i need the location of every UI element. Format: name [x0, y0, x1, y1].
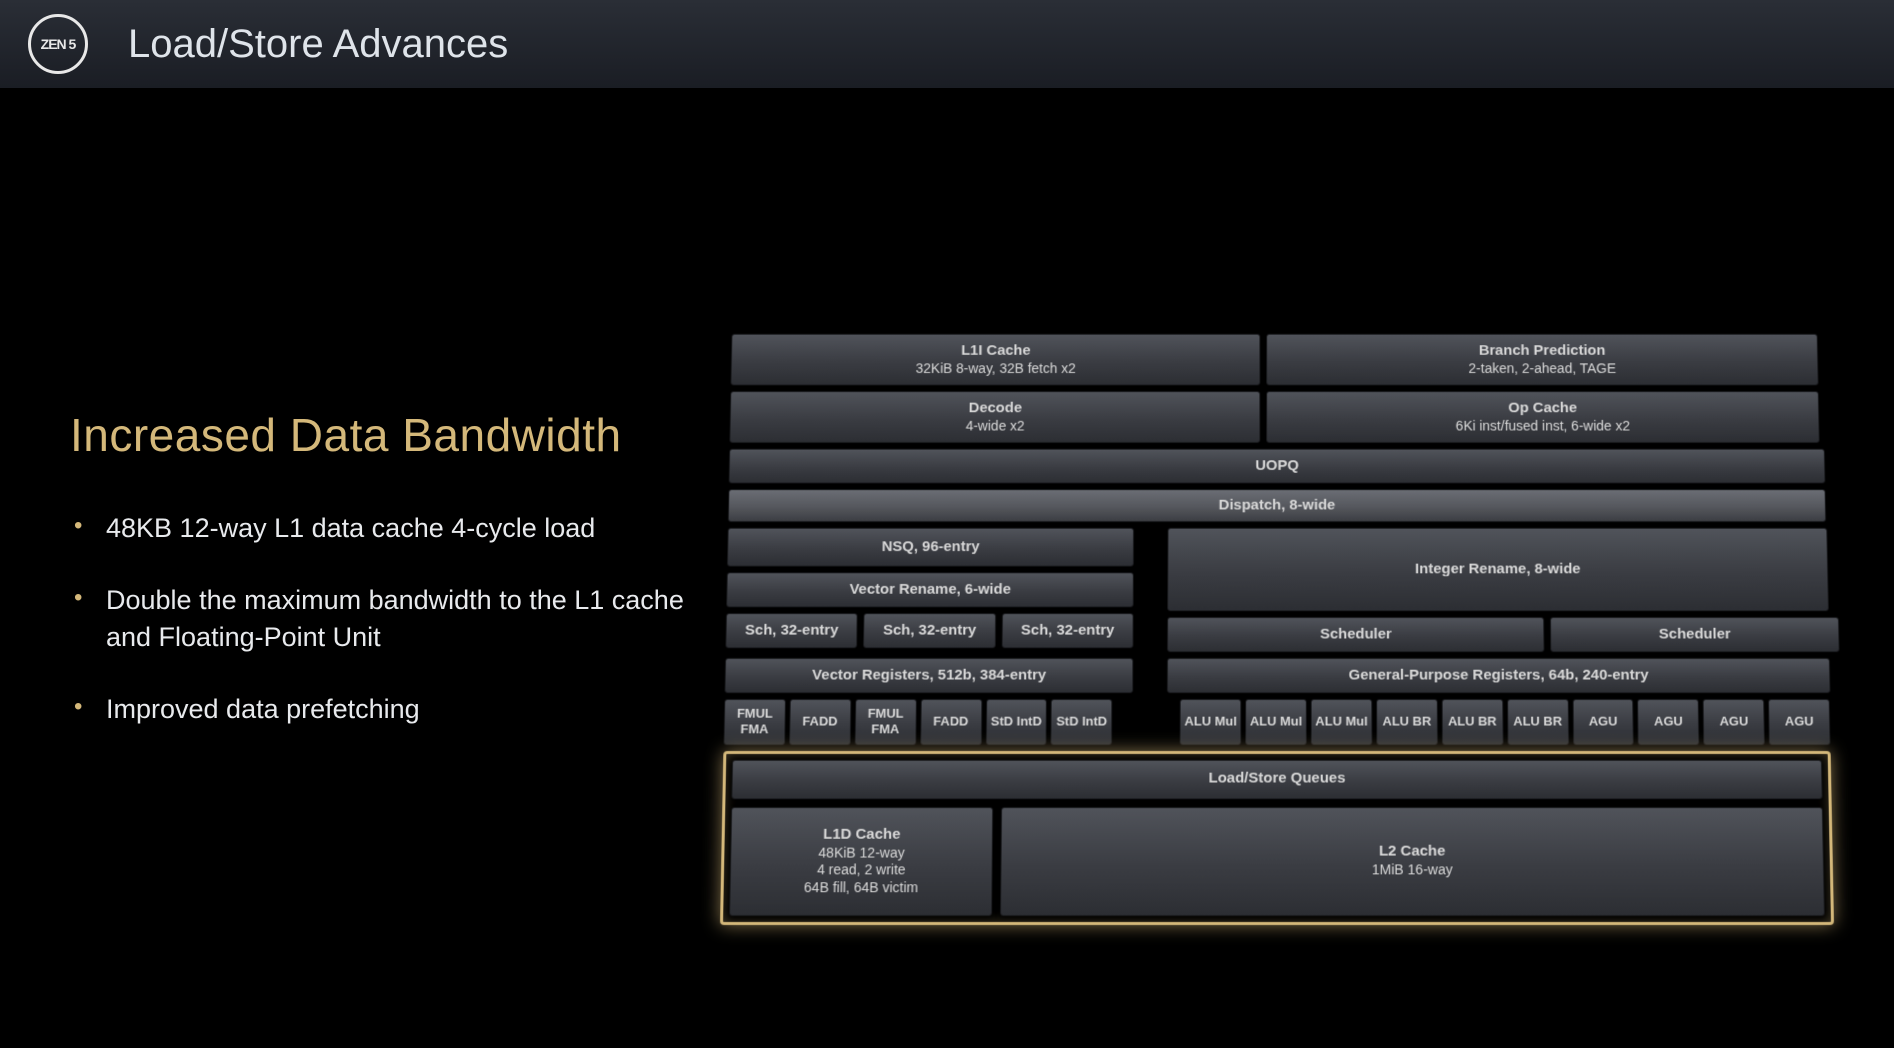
label-sub: 64B fill, 64B victim [804, 879, 918, 896]
unit-std: StD IntD [985, 699, 1047, 745]
label: Decode [969, 400, 1022, 418]
block-load-store-queues: Load/Store Queues [731, 759, 1822, 798]
heading: Increased Data Bandwidth [70, 408, 720, 462]
unit-alu: ALU Mul [1245, 699, 1306, 745]
block-scheduler: Sch, 32-entry [725, 613, 858, 648]
label-sub: 48KiB 12-way [818, 844, 904, 861]
block-branch-prediction: Branch Prediction 2-taken, 2-ahead, TAGE [1266, 334, 1818, 386]
zen5-logo-icon: ZEN 5 [28, 14, 88, 74]
bullet-item: Double the maximum bandwidth to the L1 c… [70, 582, 720, 655]
label-sub: 4 read, 2 write [817, 862, 906, 879]
unit-agu: AGU [1768, 699, 1830, 745]
block-gp-registers: General-Purpose Registers, 64b, 240-entr… [1167, 658, 1830, 693]
block-l1d-cache: L1D Cache 48KiB 12-way 4 read, 2 write 6… [729, 807, 993, 916]
block-scheduler: Sch, 32-entry [863, 613, 995, 648]
unit-agu: AGU [1703, 699, 1765, 745]
unit-fmul: FMUL FMA [724, 699, 786, 745]
label: L2 Cache [1379, 843, 1446, 862]
label: Op Cache [1508, 400, 1577, 418]
unit-alu: ALU BR [1507, 699, 1569, 745]
block-scheduler: Scheduler [1167, 617, 1544, 652]
text-panel: Increased Data Bandwidth 48KB 12-way L1 … [0, 88, 720, 1048]
unit-alu: ALU BR [1441, 699, 1503, 745]
label: Branch Prediction [1479, 342, 1606, 360]
label: L1I Cache [961, 342, 1031, 360]
unit-alu: ALU Mul [1180, 699, 1242, 745]
block-nsq: NSQ, 96-entry [727, 528, 1134, 567]
unit-agu: AGU [1638, 699, 1700, 745]
unit-fmul: FMUL FMA [854, 699, 916, 745]
unit-alu: ALU BR [1376, 699, 1438, 745]
label-sub: 2-taken, 2-ahead, TAGE [1468, 360, 1616, 377]
unit-fadd: FADD [920, 699, 982, 745]
unit-std: StD IntD [1051, 699, 1113, 745]
block-uopq: UOPQ [729, 449, 1826, 484]
unit-agu: AGU [1572, 699, 1634, 745]
block-l2-cache: L2 Cache 1MiB 16-way [1000, 807, 1825, 916]
block-vector-rename: Vector Rename, 6-wide [726, 572, 1134, 607]
page-title: Load/Store Advances [128, 22, 508, 67]
label-sub: 1MiB 16-way [1372, 862, 1453, 879]
bullet-item: Improved data prefetching [70, 691, 720, 727]
block-vector-registers: Vector Registers, 512b, 384-entry [725, 658, 1134, 693]
block-scheduler: Scheduler [1550, 617, 1840, 652]
architecture-diagram: L1I Cache 32KiB 8-way, 32B fetch x2 Bran… [720, 334, 1834, 925]
label-sub: 6Ki inst/fused inst, 6-wide x2 [1456, 418, 1630, 435]
label-sub: 4-wide x2 [966, 418, 1025, 435]
block-decode: Decode 4-wide x2 [729, 391, 1260, 443]
unit-alu: ALU Mul [1311, 699, 1373, 745]
block-scheduler: Sch, 32-entry [1001, 613, 1133, 648]
bullet-item: 48KB 12-way L1 data cache 4-cycle load [70, 510, 720, 546]
label-sub: 32KiB 8-way, 32B fetch x2 [916, 360, 1076, 377]
block-op-cache: Op Cache 6Ki inst/fused inst, 6-wide x2 [1266, 391, 1819, 443]
block-l1i-cache: L1I Cache 32KiB 8-way, 32B fetch x2 [731, 334, 1261, 386]
unit-fadd: FADD [789, 699, 851, 745]
highlight-load-store: Load/Store Queues L1D Cache 48KiB 12-way… [720, 751, 1834, 925]
label: L1D Cache [823, 826, 901, 845]
block-dispatch: Dispatch, 8-wide [728, 489, 1826, 522]
header-bar: ZEN 5 Load/Store Advances [0, 0, 1894, 88]
